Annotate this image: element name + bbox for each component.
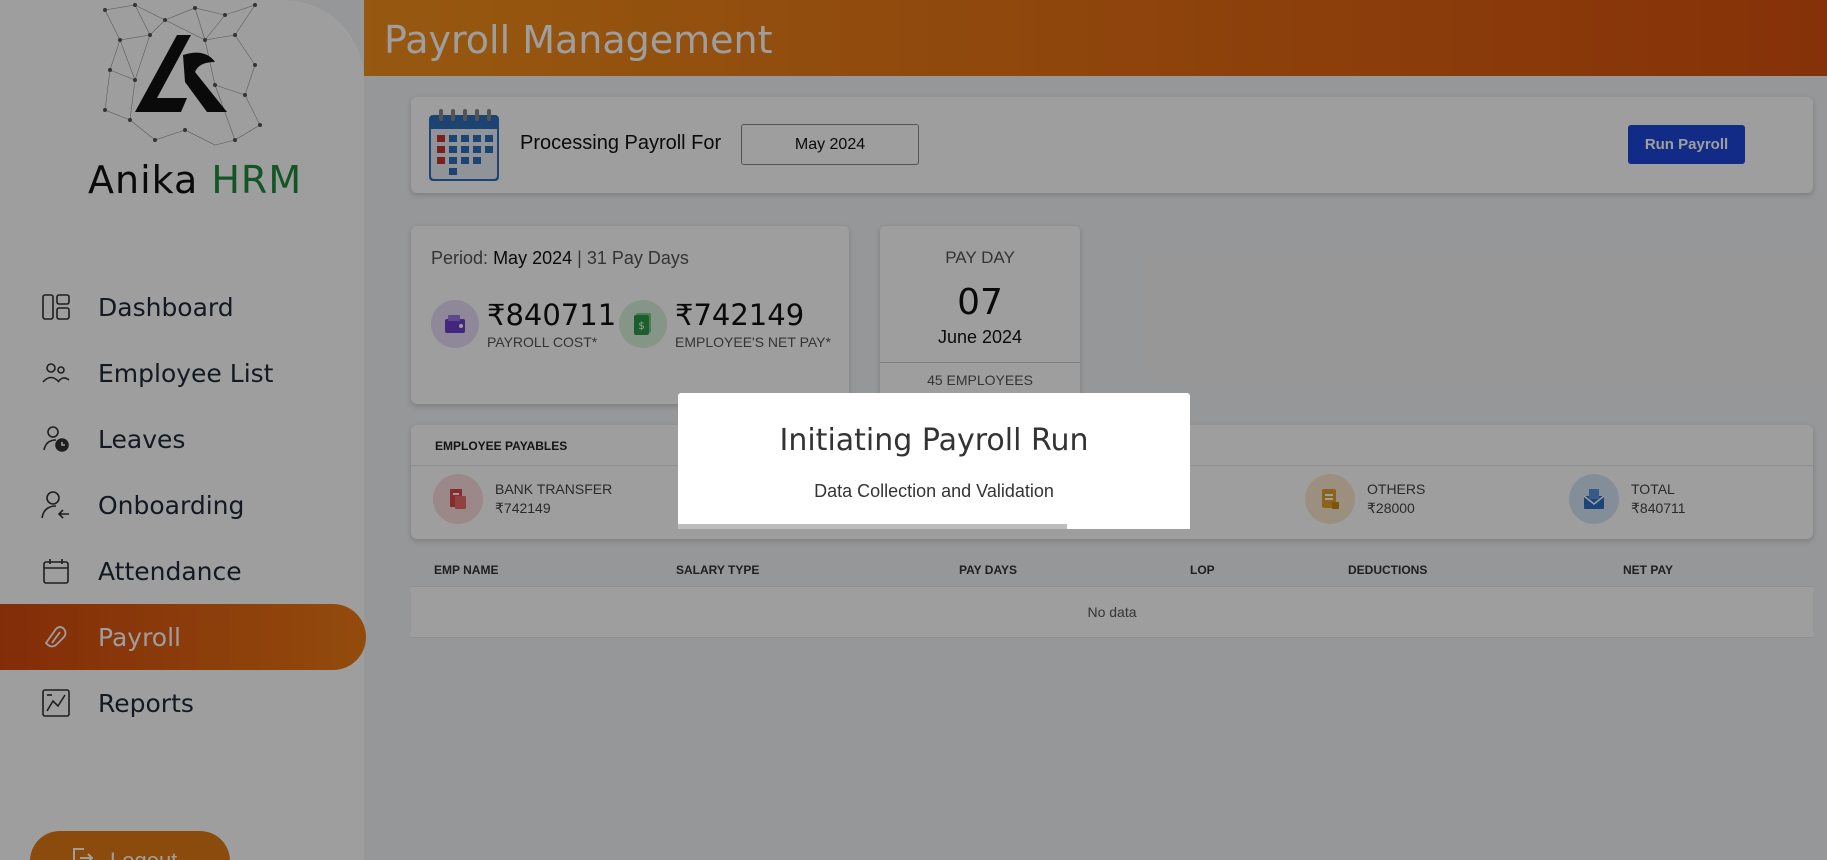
dialog-subtitle: Data Collection and Validation (814, 481, 1054, 501)
progress-fill (678, 524, 1068, 529)
payroll-run-dialog: Initiating Payroll Run Data Collection a… (678, 393, 1190, 529)
progress-bar (678, 524, 1190, 529)
dialog-title: Initiating Payroll Run (779, 423, 1089, 458)
